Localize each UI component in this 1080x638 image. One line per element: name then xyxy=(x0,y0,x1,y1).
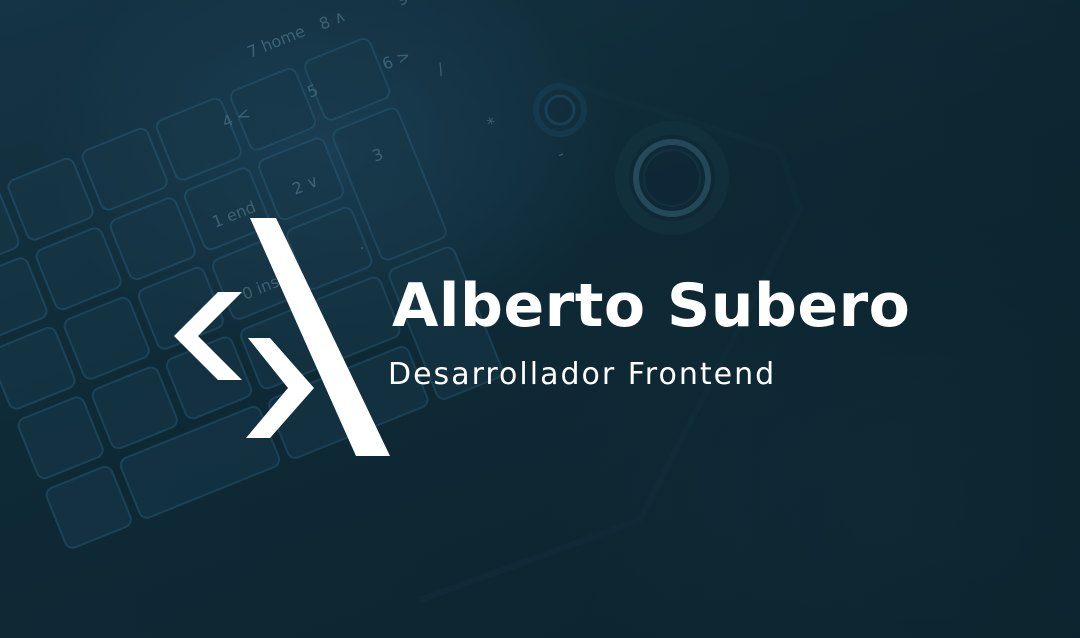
brand-name: Alberto Subero xyxy=(392,271,911,341)
brand-tagline: Desarrollador Frontend xyxy=(388,357,777,392)
code-brackets-slash-icon xyxy=(174,218,390,456)
hero-banner: 1 end2 ∨34 <56 >7 home8 ∧9 ▭0 ins/*-. Al… xyxy=(0,0,1080,638)
